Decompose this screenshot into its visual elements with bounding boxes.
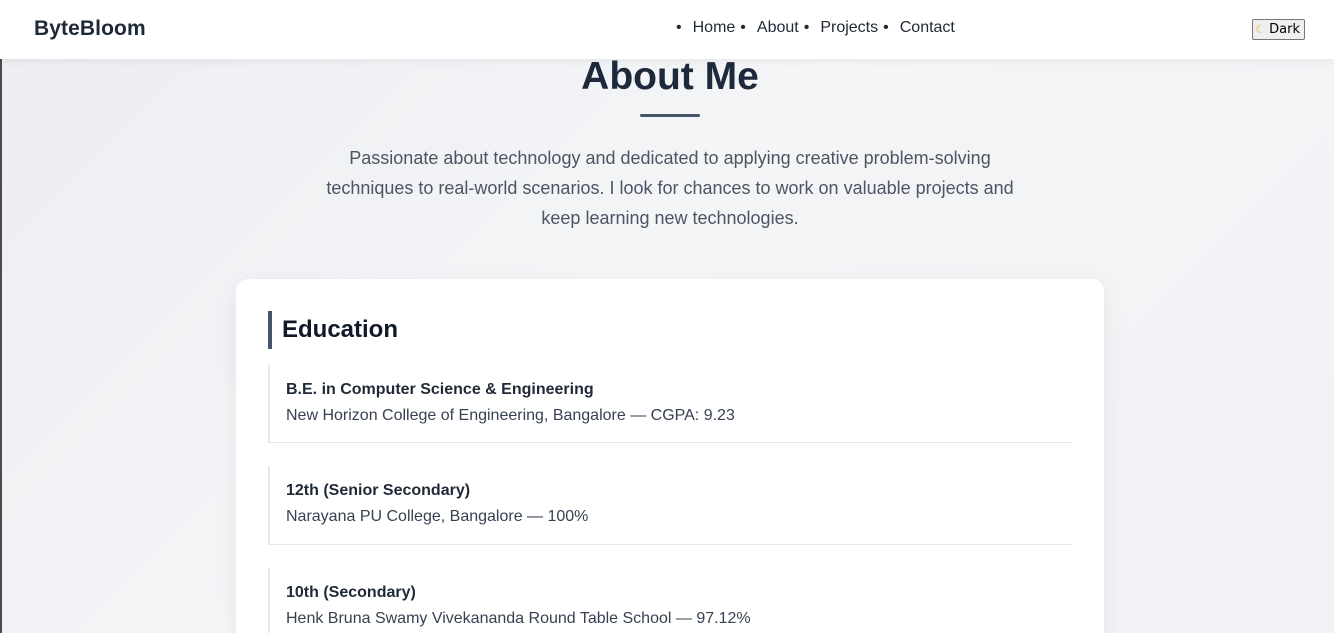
bullet-icon: • xyxy=(676,19,682,36)
education-degree: 12th (Senior Secondary) xyxy=(286,482,471,499)
brand-logo[interactable]: ByteBloom xyxy=(34,17,146,41)
education-degree: 10th (Secondary) xyxy=(286,584,416,601)
bullet-icon: • xyxy=(883,19,889,36)
nav-item-projects[interactable]: • Projects xyxy=(804,19,883,37)
education-item: 12th (Senior Secondary) Narayana PU Coll… xyxy=(268,466,1072,545)
nav-link-home[interactable]: Home xyxy=(693,19,736,37)
title-underline xyxy=(640,114,700,117)
education-detail: New Horizon College of Engineering, Bang… xyxy=(286,407,735,424)
nav-link-projects[interactable]: Projects xyxy=(820,19,878,37)
education-item: 10th (Secondary) Henk Bruna Swamy Viveka… xyxy=(268,568,1072,633)
bullet-icon: • xyxy=(740,19,746,36)
theme-toggle-button[interactable]: ☾ Dark xyxy=(1252,19,1305,40)
bullet-icon: • xyxy=(803,19,810,36)
education-card: Education B.E. in Computer Science & Eng… xyxy=(236,279,1104,633)
page-title: About Me xyxy=(581,55,759,98)
education-detail: Henk Bruna Swamy Vivekananda Round Table… xyxy=(286,610,751,627)
nav-item-about[interactable]: • About xyxy=(740,19,803,37)
nav-item-home[interactable]: • Home xyxy=(676,19,740,37)
moon-icon: ☾ xyxy=(1255,23,1266,36)
nav-link-about[interactable]: About xyxy=(757,19,799,37)
about-intro: Passionate about technology and dedicate… xyxy=(326,148,1014,228)
education-degree: B.E. in Computer Science & Engineering xyxy=(286,381,594,398)
section-heading: Education xyxy=(268,311,398,349)
education-item: B.E. in Computer Science & Engineering N… xyxy=(268,365,1072,443)
nav-link-contact[interactable]: Contact xyxy=(900,19,955,37)
nav-item-contact[interactable]: • Contact xyxy=(883,19,960,37)
education-detail: Narayana PU College, Bangalore — 100% xyxy=(286,508,589,525)
main-nav: • Home • About • Projects • Contact xyxy=(676,19,960,37)
site-header: ByteBloom • Home • About • Projects • Co… xyxy=(0,0,1334,59)
theme-toggle-label: Dark xyxy=(1269,22,1300,37)
